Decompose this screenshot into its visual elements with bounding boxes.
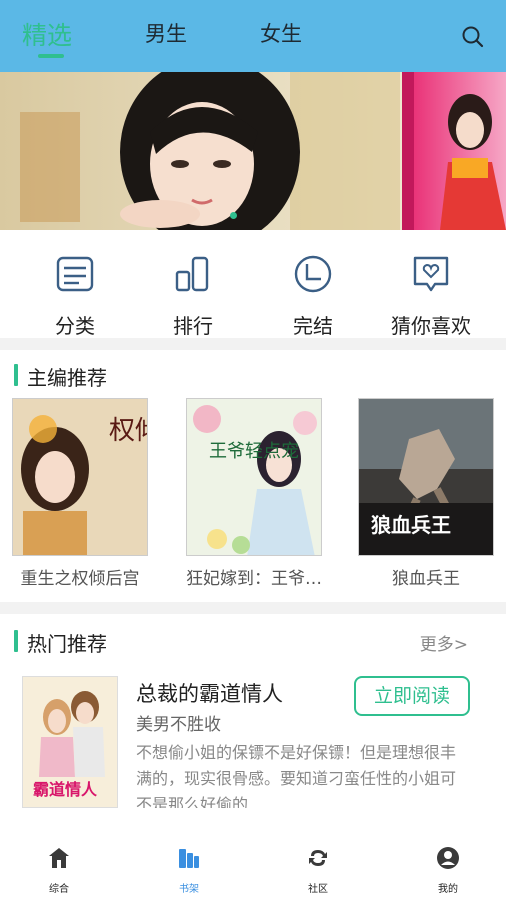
community-icon [309,850,327,866]
guess-like-icon [413,256,449,292]
section-divider [0,338,506,350]
hot-recommend-header: 热门推荐 更多> [0,620,506,660]
book-title: 重生之权倾后宫 [20,569,140,589]
top-bar: 精选 男生 女生 [0,0,506,72]
completed-icon [294,255,332,293]
quick-entry-completed[interactable]: 完结 [268,252,358,339]
section-accent-bar [14,364,18,386]
home-icon [49,848,69,868]
active-tab-indicator [38,54,64,58]
profile-icon [437,847,459,869]
book-author: 美男不胜收 [136,715,221,735]
ranking-icon [175,256,209,292]
read-now-button[interactable]: 立即阅读 [354,676,470,716]
book-card[interactable]: 权倾后宫 重生之权倾后宫 [12,398,148,589]
search-icon[interactable] [460,24,486,50]
book-cover-text: 王爷轻点宠 [209,441,299,462]
section-divider [0,602,506,614]
book-title: 狂妃嫁到：王爷… [186,569,322,589]
more-link[interactable]: 更多> [420,630,468,655]
banner-carousel[interactable] [0,72,506,230]
nav-label: 书架 [179,884,199,895]
tab-male[interactable]: 男生 [145,18,187,48]
bookshelf-icon [179,849,199,868]
section-title: 热门推荐 [27,632,107,656]
carousel-indicator [230,212,237,219]
book-cover-text: 狼血兵王 [371,513,451,537]
bottom-nav: 综合 书架 社区 我的 [0,836,506,900]
book-cover-text: 霸道情人 [33,780,98,799]
book-description: 不想偷小姐的保镖不是好保镖！但是理想很丰满的，现实很骨感。要知道刁蛮任性的小姐可… [136,743,457,808]
quick-entry-guess-like[interactable]: 猜你喜欢 [386,252,476,339]
section-accent-bar [14,630,18,652]
book-cover: 狼血兵王 [358,398,494,556]
book-title: 总裁的霸道情人 [136,682,283,706]
category-icon [56,256,94,292]
editor-recommend-header: 主编推荐 [0,354,506,394]
nav-item-home[interactable]: 综合 [24,846,94,895]
book-card[interactable]: 狼血兵王 狼血兵王 [358,398,494,589]
quick-entry-ranking[interactable]: 排行 [148,252,238,339]
book-cover: 王爷轻点宠 [186,398,322,556]
book-title: 狼血兵王 [392,569,460,589]
quick-entry-label: 猜你喜欢 [391,314,471,338]
nav-label: 社区 [308,884,328,895]
app-root: 精选 男生 女生 分类 排行 完结 猜你喜欢 主编推荐 权 重生之权倾后宫 王爷… [0,0,506,900]
quick-entry-label: 完结 [293,314,333,338]
quick-entry-category[interactable]: 分类 [30,252,120,339]
tab-female[interactable]: 女生 [260,18,302,48]
quick-entry-label: 排行 [173,314,213,338]
book-cover: 权倾后宫 [12,398,148,556]
quick-entry-label: 分类 [55,314,95,338]
hot-book-item[interactable]: 霸道情人 总裁的霸道情人 美男不胜收 不想偷小姐的保镖不是好保镖！但是理想很丰满… [0,668,506,818]
banner-image [0,72,506,230]
section-title: 主编推荐 [27,366,107,390]
book-cover: 霸道情人 [22,676,118,808]
tab-featured[interactable]: 精选 [22,16,72,52]
nav-item-community[interactable]: 社区 [283,846,353,895]
book-cover-text: 权倾后宫 [109,416,148,446]
nav-label: 我的 [438,884,458,895]
nav-item-bookshelf[interactable]: 书架 [154,846,224,895]
nav-item-profile[interactable]: 我的 [413,846,483,895]
nav-label: 综合 [49,884,69,895]
quick-entry-bar: 分类 排行 完结 猜你喜欢 [0,240,506,339]
book-card[interactable]: 王爷轻点宠 狂妃嫁到：王爷… [186,398,322,589]
